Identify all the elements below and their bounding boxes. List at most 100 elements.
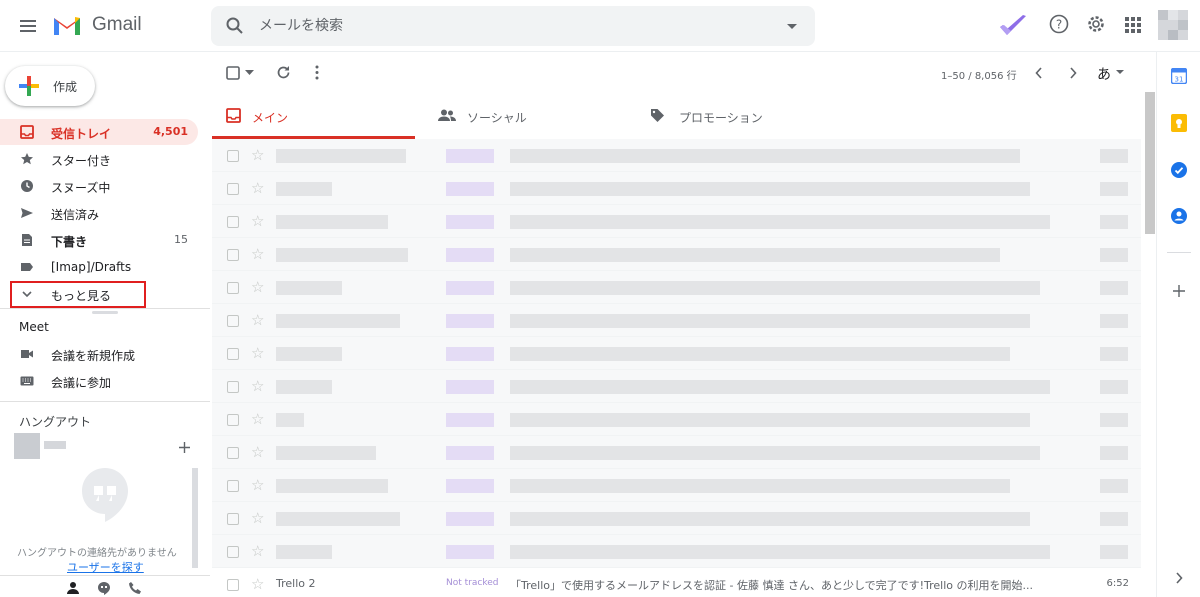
chevron-left-icon[interactable] <box>1035 67 1043 79</box>
row-checkbox[interactable] <box>227 381 239 393</box>
tab-primary[interactable]: メイン <box>212 93 415 139</box>
apps-grid-icon[interactable] <box>1124 16 1142 34</box>
search-icon[interactable] <box>225 16 245 36</box>
row-checkbox[interactable] <box>227 348 239 360</box>
row-checkbox[interactable] <box>227 183 239 195</box>
more-vert-icon[interactable] <box>314 65 320 80</box>
add-addon-plus-icon[interactable] <box>1172 284 1186 298</box>
sidebar-item-starred[interactable]: スター付き <box>0 146 198 172</box>
search-options-icon[interactable] <box>787 24 797 29</box>
account-avatar[interactable] <box>1158 10 1188 40</box>
sidebar-item-imap-drafts[interactable]: [Imap]/Drafts <box>0 254 198 280</box>
star-toggle-icon[interactable]: ☆ <box>251 476 264 494</box>
settings-gear-icon[interactable] <box>1086 14 1106 34</box>
input-tool-dropdown-icon[interactable] <box>1116 70 1124 74</box>
search-input[interactable] <box>259 14 739 38</box>
row-checkbox[interactable] <box>227 546 239 558</box>
calendar-icon[interactable]: 31 <box>1171 68 1187 84</box>
hangouts-chat-icon[interactable] <box>97 581 111 595</box>
blurred-sender <box>276 413 304 427</box>
compose-button[interactable]: 作成 <box>5 66 95 106</box>
star-toggle-icon[interactable]: ☆ <box>251 311 264 329</box>
phone-icon[interactable] <box>128 581 142 595</box>
email-row[interactable]: ☆ <box>212 502 1141 535</box>
resize-handle[interactable] <box>92 311 118 314</box>
help-icon[interactable]: ? <box>1049 14 1069 34</box>
add-contact-plus-icon[interactable] <box>178 441 191 454</box>
email-row[interactable]: ☆ <box>212 139 1141 172</box>
tab-label: ソーシャル <box>467 111 527 125</box>
main-menu-button[interactable] <box>14 12 42 40</box>
person-icon[interactable] <box>66 581 80 595</box>
chevron-right-icon[interactable] <box>1069 67 1077 79</box>
tab-social[interactable]: ソーシャル <box>424 93 627 139</box>
gmail-logo[interactable]: Gmail <box>52 13 142 37</box>
email-row[interactable]: ☆ <box>212 238 1141 271</box>
email-list: ☆ ☆ ☆ ☆ ☆ ☆ ☆ ☆ ☆ ☆ ☆ ☆ ☆ ☆ Trello 2 Not… <box>212 139 1141 597</box>
row-checkbox[interactable] <box>227 249 239 261</box>
email-row[interactable]: ☆ Trello 2 Not tracked 「Trello」で使用するメールア… <box>212 568 1141 597</box>
row-checkbox[interactable] <box>227 414 239 426</box>
meet-join-meeting[interactable]: 会議に参加 <box>0 368 198 394</box>
email-row[interactable]: ☆ <box>212 172 1141 205</box>
email-row[interactable]: ☆ <box>212 469 1141 502</box>
star-toggle-icon[interactable]: ☆ <box>251 212 264 230</box>
tab-promotions[interactable]: プロモーション <box>636 93 839 139</box>
row-checkbox[interactable] <box>227 447 239 459</box>
keep-icon[interactable] <box>1171 114 1187 132</box>
input-tool-button[interactable]: あ <box>1097 64 1111 84</box>
email-row[interactable]: ☆ <box>212 304 1141 337</box>
row-checkbox[interactable] <box>227 216 239 228</box>
list-scrollbar[interactable] <box>1145 92 1155 234</box>
row-checkbox[interactable] <box>227 150 239 162</box>
meet-new-meeting[interactable]: 会議を新規作成 <box>0 341 198 367</box>
select-dropdown-icon[interactable] <box>245 70 254 76</box>
refresh-icon[interactable] <box>276 65 291 80</box>
email-subject: 「Trello」で使用するメールアドレスを認証 - 佐藤 慎達 さん、あと少しで… <box>510 579 1034 592</box>
select-all-checkbox[interactable] <box>226 66 240 80</box>
email-row[interactable]: ☆ <box>212 436 1141 469</box>
star-toggle-icon[interactable]: ☆ <box>251 443 264 461</box>
find-users-link[interactable]: ユーザーを探す <box>67 559 144 575</box>
star-toggle-icon[interactable]: ☆ <box>251 245 264 263</box>
email-row[interactable]: ☆ <box>212 337 1141 370</box>
blurred-subject <box>510 446 1040 460</box>
star-toggle-icon[interactable]: ☆ <box>251 575 264 593</box>
tasks-icon[interactable] <box>1171 162 1187 178</box>
star-toggle-icon[interactable]: ☆ <box>251 410 264 428</box>
sidebar-item-inbox[interactable]: 受信トレイ 4,501 <box>0 119 198 145</box>
star-toggle-icon[interactable]: ☆ <box>251 278 264 296</box>
chevron-right-expand-icon[interactable] <box>1175 572 1183 584</box>
email-row[interactable]: ☆ <box>212 205 1141 238</box>
inbox-tab-icon <box>226 108 241 123</box>
email-row[interactable]: ☆ <box>212 370 1141 403</box>
email-row[interactable]: ☆ <box>212 271 1141 304</box>
email-row[interactable]: ☆ <box>212 403 1141 436</box>
email-tag: Not tracked <box>446 578 499 588</box>
star-toggle-icon[interactable]: ☆ <box>251 542 264 560</box>
hangouts-scrollbar[interactable] <box>192 468 198 568</box>
contacts-icon[interactable] <box>1171 208 1187 224</box>
tab-label: プロモーション <box>679 111 763 125</box>
star-toggle-icon[interactable]: ☆ <box>251 509 264 527</box>
star-toggle-icon[interactable]: ☆ <box>251 146 264 164</box>
row-checkbox[interactable] <box>227 315 239 327</box>
email-row[interactable]: ☆ <box>212 535 1141 568</box>
sidebar-item-drafts[interactable]: 下書き 15 <box>0 227 198 253</box>
row-checkbox[interactable] <box>227 282 239 294</box>
row-checkbox[interactable] <box>227 513 239 525</box>
search-bar[interactable] <box>211 6 815 46</box>
sidebar-item-snoozed[interactable]: スヌーズ中 <box>0 173 198 199</box>
sidebar-item-label: 送信済み <box>51 208 100 222</box>
tasks-check-icon[interactable] <box>998 13 1028 39</box>
row-checkbox[interactable] <box>227 480 239 492</box>
star-toggle-icon[interactable]: ☆ <box>251 344 264 362</box>
row-checkbox[interactable] <box>227 579 239 591</box>
blurred-time <box>1100 413 1128 427</box>
sidebar-item-sent[interactable]: 送信済み <box>0 200 198 226</box>
blurred-time <box>1100 215 1128 229</box>
star-toggle-icon[interactable]: ☆ <box>251 179 264 197</box>
sidebar-item-label: スター付き <box>51 154 112 168</box>
hangouts-user-avatar[interactable] <box>14 433 40 459</box>
star-toggle-icon[interactable]: ☆ <box>251 377 264 395</box>
